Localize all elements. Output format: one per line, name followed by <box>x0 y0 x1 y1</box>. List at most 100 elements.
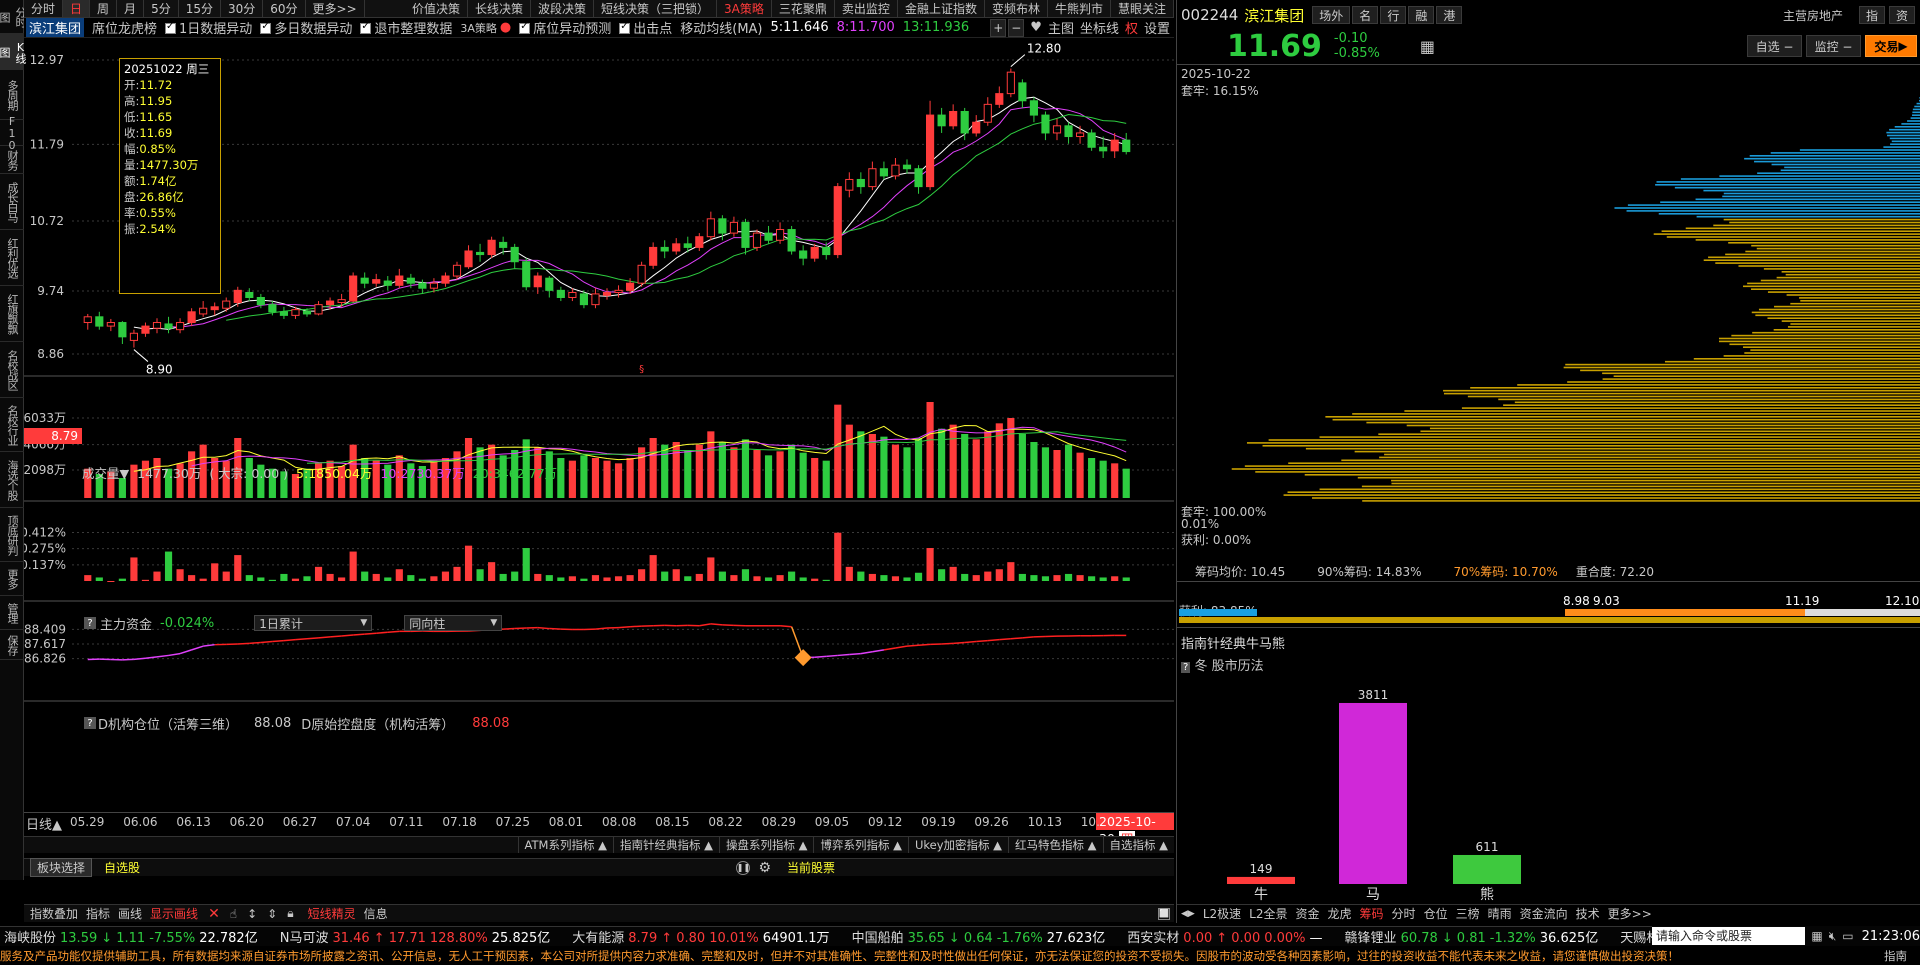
indicator-tab[interactable]: 指南针经典指标 ▲ <box>612 837 719 853</box>
date-axis-label[interactable]: 日线▲ <box>26 814 62 833</box>
fund-select-period[interactable]: 1日累计 ▼ <box>254 615 373 631</box>
left-nav-item[interactable]: 顶底研判 <box>0 508 24 562</box>
right-tab[interactable]: 更多>> <box>1608 905 1652 922</box>
right-tab[interactable]: 晴雨 <box>1488 905 1512 922</box>
decision-tab[interactable]: 短线决策（三把锁） <box>594 0 718 17</box>
ticker-item[interactable]: N马可波 31.46 ↑ 17.71 128.80% 25.825亿 <box>280 927 555 946</box>
left-nav-item[interactable]: 红利优选 <box>0 230 24 286</box>
left-nav-item[interactable]: 名校行业 <box>0 398 24 452</box>
decision-tab[interactable]: 波段决策 <box>531 0 595 17</box>
index-overlay-button[interactable]: 指数叠加 <box>30 905 78 922</box>
header-toggle[interactable]: 席位龙虎榜 <box>92 18 157 37</box>
right-tab[interactable]: 技术 <box>1576 905 1600 922</box>
left-nav-item[interactable]: F10 <box>0 115 24 151</box>
period-tab[interactable]: 更多>> <box>306 0 365 17</box>
help-icon[interactable]: ? <box>84 617 96 629</box>
show-drawline-button[interactable]: 显示画线 <box>150 905 198 922</box>
right-tab[interactable]: 筹码 <box>1360 905 1384 922</box>
left-nav-item[interactable]: 多周期 <box>0 70 24 120</box>
main-chart-label[interactable]: 主图 <box>1048 18 1074 37</box>
lock-icon[interactable]: 🔒︎ <box>287 906 293 921</box>
decision-tab[interactable]: 牛熊判市 <box>1048 0 1111 17</box>
indicator-tab[interactable]: Ukey加密指标 ▲ <box>907 837 1008 853</box>
quote-tag[interactable]: 港 <box>1436 6 1463 24</box>
mute-icon[interactable]: 🔇︎ <box>1829 929 1837 944</box>
indicator-button[interactable]: 指标 <box>86 905 110 922</box>
add-icon[interactable]: + <box>990 18 1007 37</box>
ticker-item[interactable]: 大有能源 8.79 ↑ 0.80 10.01% 64901.1万 <box>572 927 833 946</box>
gear-icon[interactable]: ⚙ <box>758 860 771 876</box>
add-watchlist-button[interactable]: 自选 − <box>1747 35 1802 57</box>
period-tab[interactable]: 周 <box>90 0 118 17</box>
stock-name[interactable]: 滨江集团 <box>26 18 85 37</box>
left-nav-item[interactable]: 更多 <box>0 562 24 596</box>
decision-tab[interactable]: 价值决策 <box>405 0 468 17</box>
left-nav-item[interactable]: 管理 <box>0 596 24 630</box>
expand-icon[interactable]: ⬜ <box>1158 907 1170 920</box>
quote-tag[interactable]: 融 <box>1408 6 1435 24</box>
indicator-tab[interactable]: 自选指标 ▲ <box>1102 837 1175 853</box>
tab-arrow-icon[interactable]: ◀▶ <box>1181 909 1195 919</box>
current-stock-tab[interactable]: 当前股票 <box>787 859 1174 876</box>
command-input[interactable]: 请输入命令或股票 <box>1652 927 1806 945</box>
pointer-icon[interactable]: ☝ <box>230 907 237 921</box>
quote-tag[interactable]: 名 <box>1352 6 1379 24</box>
right-tab[interactable]: 分时 <box>1392 905 1416 922</box>
grid-icon[interactable]: ▦ <box>1811 929 1822 943</box>
right-tab[interactable]: 资金 <box>1296 905 1320 922</box>
heart-icon[interactable]: ♥ <box>1030 20 1042 35</box>
period-tab[interactable]: 30分 <box>221 0 264 17</box>
header-toggle[interactable]: 1日数据异动 <box>165 18 252 37</box>
left-nav-item[interactable]: 保存 <box>0 630 24 660</box>
industry-label[interactable]: 主营房地产 <box>1783 7 1843 24</box>
right-tab[interactable]: 资金流向 <box>1520 905 1568 922</box>
quan-label[interactable]: 权 <box>1125 18 1138 37</box>
window-icon[interactable]: ▭ <box>1842 929 1853 943</box>
calculator-icon[interactable]: ▦ <box>1420 37 1435 56</box>
checkbox-icon[interactable] <box>619 21 631 34</box>
right-tab[interactable]: 仓位 <box>1424 905 1448 922</box>
checkbox-icon[interactable] <box>519 21 531 34</box>
move-vertical-icon[interactable]: ↕ <box>247 907 257 921</box>
ticker-item[interactable]: 赣锋锂业 60.78 ↓ 0.81 -1.32% 36.625亿 <box>1345 927 1603 946</box>
short-elf-tab[interactable]: 短线精灵 <box>308 905 356 922</box>
fund-button[interactable]: 资 <box>1888 6 1915 24</box>
ticker-item[interactable]: 西安实材 0.00 ↑ 0.00 0.00% — <box>1127 927 1326 946</box>
indicator-tab[interactable]: 红马特色指标 ▲ <box>1008 837 1103 853</box>
left-nav-item[interactable]: 财务 <box>0 146 24 174</box>
period-tab[interactable]: 60分 <box>263 0 306 17</box>
header-toggle[interactable]: 退市整理数据 <box>360 18 452 37</box>
decision-tab[interactable]: 金融上证指数 <box>898 0 985 17</box>
decision-tab[interactable]: 卖出监控 <box>835 0 898 17</box>
quote-tag[interactable]: 场外 <box>1312 6 1351 24</box>
indicator-tab[interactable]: 博弈系列指标 ▲ <box>813 837 908 853</box>
header-toggle[interactable]: 多日数据异动 <box>260 18 352 37</box>
right-tab[interactable]: 龙虎 <box>1328 905 1352 922</box>
minus-icon[interactable]: − <box>1008 18 1025 37</box>
period-tab[interactable]: 日 <box>63 0 91 17</box>
decision-tab[interactable]: 变频布林 <box>985 0 1048 17</box>
period-tab[interactable]: 15分 <box>179 0 221 17</box>
checkbox-icon[interactable] <box>260 21 272 34</box>
left-nav-item[interactable]: 名校战区 <box>0 342 24 398</box>
header-toggle[interactable]: 3A策略 ● <box>460 20 511 36</box>
left-nav-item[interactable]: 海选个股 <box>0 452 24 508</box>
draw-line-button[interactable]: 画线 <box>118 905 142 922</box>
right-tab[interactable]: L2全景 <box>1249 905 1287 922</box>
decision-tab[interactable]: 3A策略 <box>717 0 772 17</box>
ticker-item[interactable]: 海峡股份 13.59 ↓ 1.11 -7.55% 22.782亿 <box>4 927 262 946</box>
left-nav-item[interactable]: K线图 <box>0 34 27 70</box>
disclaimer-right[interactable]: 指南 <box>1884 948 1907 964</box>
indicator-tab[interactable]: 操盘系列指标 ▲ <box>718 837 814 853</box>
info-tab[interactable]: 信息 <box>364 905 388 922</box>
decision-tab[interactable]: 长线决策 <box>468 0 532 17</box>
right-tab[interactable]: L2极速 <box>1203 905 1241 922</box>
header-toggle[interactable]: 出击点 <box>619 18 672 37</box>
fund-select-type[interactable]: 同向柱 ▼ <box>404 615 503 631</box>
indicator-tab[interactable]: ATM系列指标 ▲ <box>517 837 613 853</box>
decision-tab[interactable]: 三花聚鼎 <box>772 0 835 17</box>
header-toggle[interactable]: 席位异动预测 <box>519 18 611 37</box>
right-tab[interactable]: 三榜 <box>1456 905 1480 922</box>
period-tab[interactable]: 分时 <box>24 0 64 17</box>
block-select-button[interactable]: 板块选择 <box>30 858 93 877</box>
